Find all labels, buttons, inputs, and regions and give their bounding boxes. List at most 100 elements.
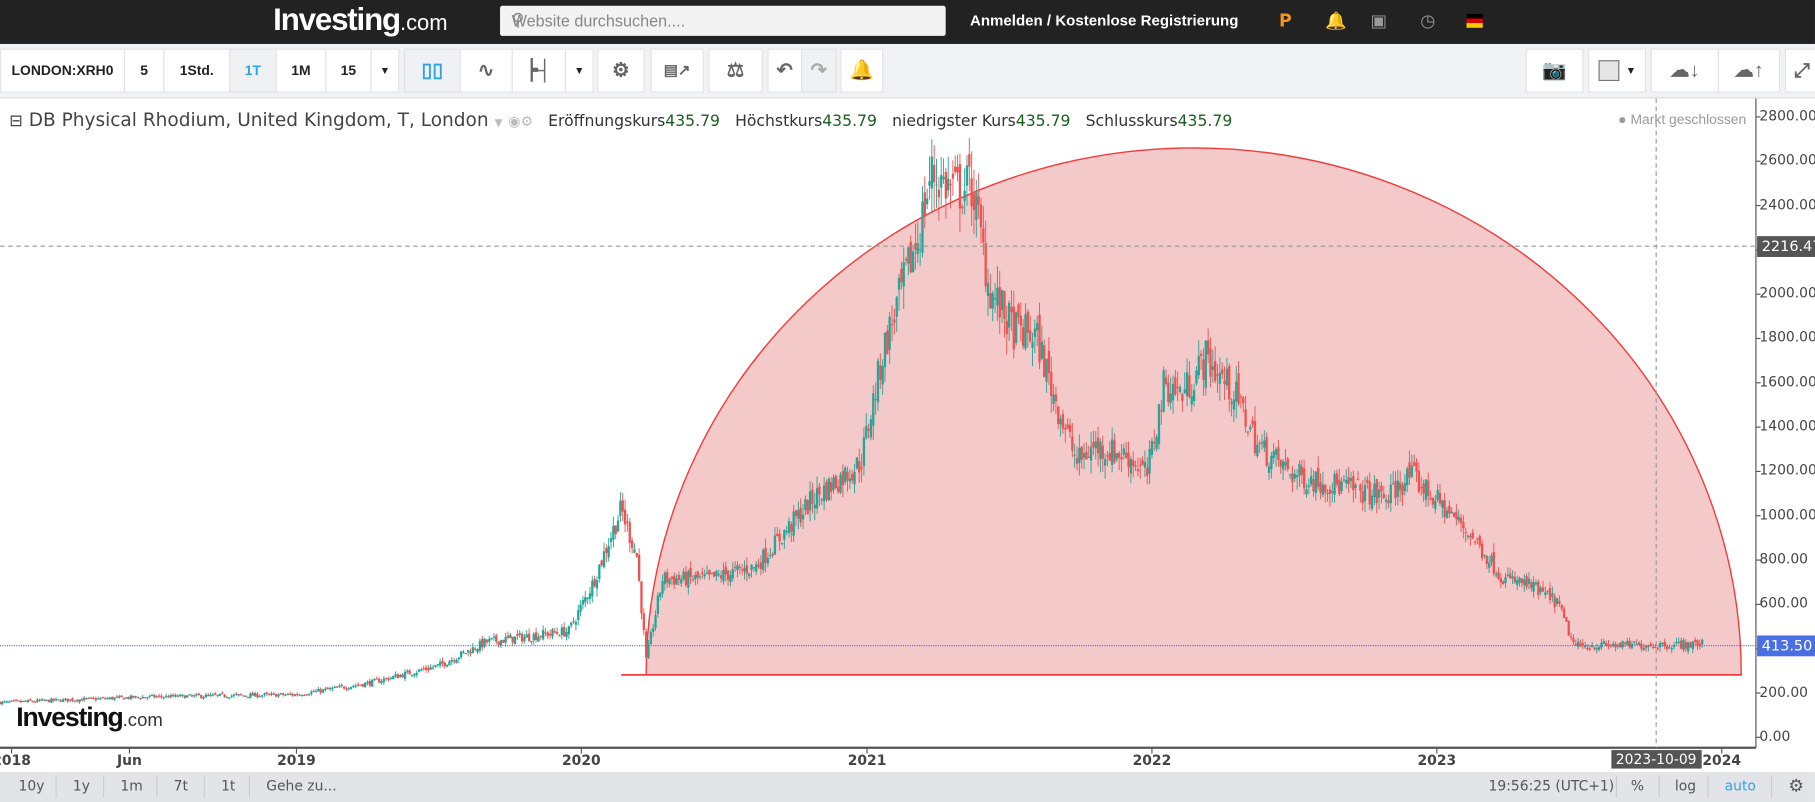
range-1t[interactable]: 1t bbox=[221, 778, 235, 794]
undo-button[interactable]: ↶ bbox=[767, 48, 803, 93]
interval-1m[interactable]: 1M bbox=[275, 48, 327, 93]
candle bbox=[298, 694, 301, 696]
candle bbox=[1157, 404, 1161, 445]
alert-button[interactable]: 🔔 bbox=[840, 48, 884, 93]
range-1m[interactable]: 1m bbox=[120, 778, 142, 794]
candle bbox=[1480, 543, 1484, 559]
candle bbox=[300, 695, 304, 697]
load-chart-button[interactable]: ☁↓ bbox=[1650, 48, 1719, 93]
candle bbox=[563, 626, 566, 637]
low-value: 435.79 bbox=[1015, 112, 1071, 131]
range-10y[interactable]: 10y bbox=[19, 778, 45, 794]
candle bbox=[1473, 541, 1477, 543]
candle bbox=[584, 597, 587, 603]
candle bbox=[874, 399, 877, 401]
settings-button[interactable]: ⚙ bbox=[597, 48, 645, 93]
candle bbox=[560, 627, 564, 636]
chart-type-candles[interactable]: ▯▯ bbox=[403, 48, 461, 93]
candle bbox=[581, 600, 585, 605]
candle bbox=[1183, 389, 1186, 394]
candle bbox=[356, 684, 360, 686]
color-picker[interactable]: ▼ bbox=[1588, 48, 1646, 93]
candle bbox=[621, 500, 624, 512]
visibility-icon[interactable]: ◉ bbox=[508, 113, 520, 129]
log-toggle[interactable]: log bbox=[1675, 778, 1696, 794]
candle bbox=[1075, 458, 1079, 464]
clock-icon[interactable]: ◷ bbox=[1420, 10, 1435, 31]
candle bbox=[368, 680, 372, 686]
range-7t[interactable]: 7t bbox=[174, 778, 188, 794]
candle bbox=[462, 651, 465, 653]
germany-flag-icon[interactable] bbox=[1466, 13, 1483, 28]
candle bbox=[1602, 641, 1606, 645]
chart-type-dropdown[interactable]: ▼ bbox=[564, 48, 594, 93]
interval-1std[interactable]: 1Std. bbox=[163, 48, 231, 93]
screenshot-button[interactable]: 📷 bbox=[1525, 48, 1584, 93]
gear-icon[interactable]: ⚙ bbox=[1788, 776, 1804, 797]
gear-icon[interactable]: ⚙ bbox=[521, 113, 533, 129]
candle bbox=[661, 581, 664, 594]
candle bbox=[211, 694, 215, 696]
candle bbox=[1495, 574, 1498, 576]
candle bbox=[1003, 290, 1006, 319]
register-link[interactable]: Kostenlose Registrierung bbox=[1055, 12, 1238, 29]
interval-dropdown[interactable]: ▼ bbox=[370, 48, 400, 93]
candle bbox=[1516, 580, 1519, 585]
range-1y[interactable]: 1y bbox=[73, 778, 90, 794]
chart-type-bars[interactable]: ┝┤ bbox=[511, 48, 567, 93]
goto-date-button[interactable]: Gehe zu... bbox=[266, 778, 336, 794]
compare-button[interactable]: ⚖ bbox=[708, 48, 763, 93]
candle bbox=[310, 691, 313, 695]
candle bbox=[1347, 476, 1350, 485]
candle bbox=[862, 437, 866, 467]
redo-button[interactable]: ↷ bbox=[800, 48, 837, 93]
candle bbox=[1249, 426, 1252, 430]
candle bbox=[504, 636, 507, 643]
interval-15[interactable]: 15 bbox=[325, 48, 372, 93]
candle bbox=[736, 565, 739, 571]
candle bbox=[176, 695, 179, 697]
candle bbox=[1162, 370, 1165, 412]
candle bbox=[373, 678, 376, 681]
candle bbox=[684, 571, 688, 586]
candle bbox=[106, 698, 109, 700]
interval-1t[interactable]: 1T bbox=[229, 48, 277, 93]
fullscreen-button[interactable]: ⤢ bbox=[1784, 48, 1815, 93]
percent-toggle[interactable]: % bbox=[1631, 778, 1644, 794]
search-icon[interactable]: ⚲ bbox=[512, 9, 939, 30]
candle bbox=[1211, 366, 1214, 370]
chart-type-line[interactable]: ∿ bbox=[459, 48, 513, 93]
candle bbox=[1279, 459, 1282, 467]
candle bbox=[1228, 366, 1231, 400]
chevron-down-icon[interactable]: ▼ bbox=[495, 118, 503, 130]
candle bbox=[1490, 555, 1493, 563]
candle bbox=[1497, 572, 1500, 579]
candle bbox=[1499, 578, 1503, 583]
price-chart[interactable] bbox=[0, 98, 1815, 772]
candle bbox=[1307, 485, 1310, 488]
bell-icon[interactable]: 🔔 bbox=[1325, 10, 1347, 31]
interval-5[interactable]: 5 bbox=[123, 48, 165, 93]
auto-toggle[interactable]: auto bbox=[1725, 778, 1756, 794]
candle bbox=[5, 701, 9, 703]
candle bbox=[1492, 551, 1495, 574]
open-value: 435.79 bbox=[665, 112, 720, 131]
indicators-button[interactable]: ▤↗ bbox=[650, 48, 704, 93]
investing-logo[interactable]: Investing.com bbox=[273, 2, 447, 38]
save-chart-button[interactable]: ☁↑ bbox=[1717, 48, 1781, 93]
instrument-title[interactable]: DB Physical Rhodium, United Kingdom, T, … bbox=[29, 109, 489, 131]
candle bbox=[1586, 648, 1589, 650]
search-input[interactable]: Website durchsuchen.... ⚲ bbox=[500, 5, 946, 36]
briefcase-icon[interactable]: ▣ bbox=[1370, 10, 1386, 31]
candle bbox=[694, 575, 697, 580]
collapse-icon[interactable]: ⊟ bbox=[9, 112, 23, 131]
y-tick-label: 600.00 bbox=[1759, 595, 1809, 612]
pro-icon[interactable]: P bbox=[1279, 10, 1292, 31]
candle bbox=[361, 684, 364, 687]
candle bbox=[111, 696, 114, 700]
close-label: Schlusskurs bbox=[1085, 112, 1178, 131]
login-link[interactable]: Anmelden bbox=[970, 12, 1043, 29]
candle bbox=[57, 699, 60, 701]
symbol-button[interactable]: LONDON:XRH0 bbox=[0, 48, 126, 93]
candle bbox=[1502, 581, 1505, 584]
